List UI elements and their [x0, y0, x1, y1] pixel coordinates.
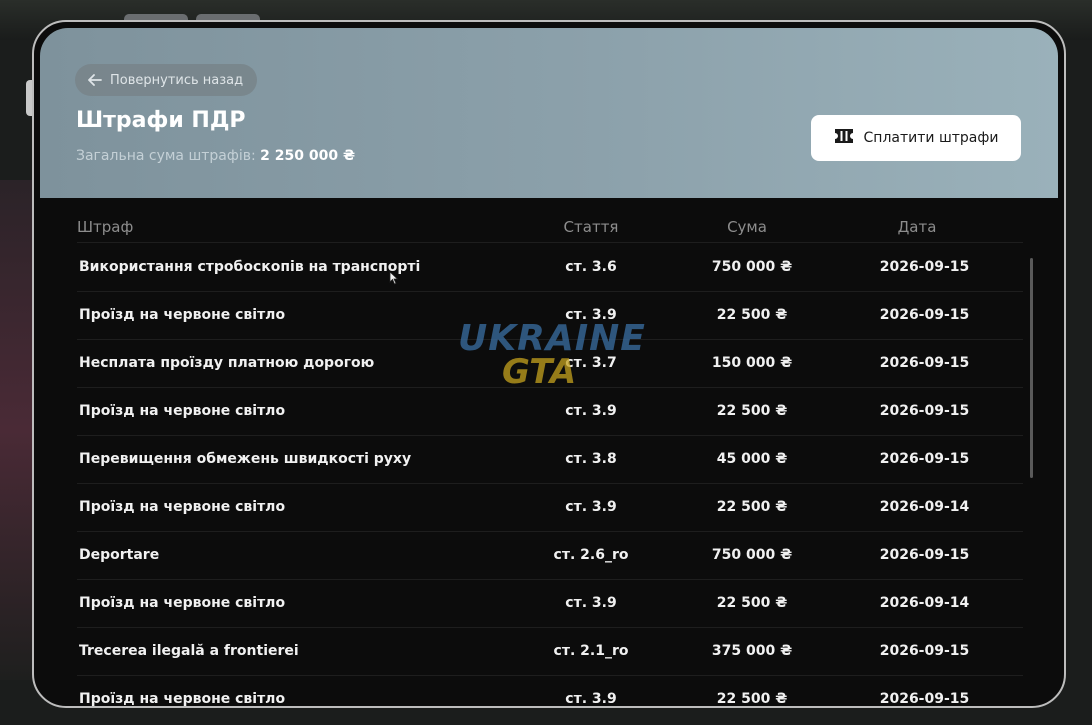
page-title: Штрафи ПДР: [76, 108, 246, 133]
fine-name: Використання стробоскопів на транспорті: [79, 259, 421, 275]
total-fines: Загальна сума штрафів: 2 250 000 ₴: [76, 148, 355, 164]
fine-amount: 375 000 ₴: [711, 643, 793, 659]
fine-amount: 750 000 ₴: [711, 547, 793, 563]
fine-article: ст. 3.9: [565, 499, 617, 515]
fines-panel: Повернутись назад Штрафи ПДР Загальна су…: [32, 20, 1066, 708]
fine-name: Deportare: [79, 547, 160, 563]
back-button-label: Повернутись назад: [110, 72, 244, 88]
fine-article: ст. 2.6_ro: [553, 547, 629, 563]
total-fines-amount: 2 250 000 ₴: [260, 148, 355, 164]
background-scene-left: [0, 180, 36, 680]
fine-amount: 22 500 ₴: [716, 403, 788, 419]
fine-name: Проїзд на червоне світло: [79, 595, 286, 611]
ticket-icon: [834, 128, 854, 148]
fine-amount: 22 500 ₴: [716, 307, 788, 323]
fine-date: 2026-09-14: [879, 595, 970, 611]
fine-name: Перевищення обмежень швидкості руху: [79, 451, 412, 467]
table-row: Несплата проїзду платною дорогою ст. 3.7…: [77, 340, 1023, 388]
fine-date: 2026-09-14: [879, 499, 970, 515]
fine-name: Несплата проїзду платною дорогою: [79, 355, 375, 371]
column-header-article: Стаття: [563, 218, 619, 236]
fine-name: Trecerea ilegală a frontierei: [79, 643, 299, 659]
fine-name: Проїзд на червоне світло: [79, 499, 286, 515]
column-header-amount: Сума: [727, 218, 767, 236]
table-row: Проїзд на червоне світло ст. 3.9 22 500 …: [77, 580, 1023, 628]
fine-article: ст. 3.6: [565, 259, 617, 275]
table-row: Проїзд на червоне світло ст. 3.9 22 500 …: [77, 292, 1023, 340]
fine-date: 2026-09-15: [879, 403, 970, 419]
table-row: Проїзд на червоне світло ст. 3.9 22 500 …: [77, 676, 1023, 706]
column-header-date: Дата: [897, 218, 937, 236]
fine-amount: 750 000 ₴: [711, 259, 793, 275]
fine-amount: 45 000 ₴: [716, 451, 788, 467]
table-row: Trecerea ilegală a frontierei ст. 2.1_ro…: [77, 628, 1023, 676]
fine-amount: 22 500 ₴: [716, 691, 788, 706]
fine-date: 2026-09-15: [879, 355, 970, 371]
pay-fines-button[interactable]: Сплатити штрафи: [811, 115, 1021, 161]
fine-date: 2026-09-15: [879, 307, 970, 323]
fine-article: ст. 2.1_ro: [553, 643, 629, 659]
table-header: Штраф Стаття Сума Дата: [77, 216, 1023, 243]
total-fines-label: Загальна сума штрафів:: [76, 148, 256, 164]
mouse-cursor-icon: [389, 270, 399, 289]
table-row: Проїзд на червоне світло ст. 3.9 22 500 …: [77, 388, 1023, 436]
fine-article: ст. 3.9: [565, 595, 617, 611]
column-header-fine: Штраф: [77, 218, 134, 236]
panel-header: Повернутись назад Штрафи ПДР Загальна су…: [40, 28, 1058, 198]
fine-amount: 150 000 ₴: [711, 355, 793, 371]
fine-date: 2026-09-15: [879, 643, 970, 659]
fine-article: ст. 3.7: [565, 355, 617, 371]
fine-amount: 22 500 ₴: [716, 499, 788, 515]
fine-name: Проїзд на червоне світло: [79, 691, 286, 706]
fine-article: ст. 3.8: [565, 451, 617, 467]
table-row: Deportare ст. 2.6_ro 750 000 ₴ 2026-09-1…: [77, 532, 1023, 580]
back-button[interactable]: Повернутись назад: [75, 64, 258, 96]
table-row: Використання стробоскопів на транспорті …: [77, 244, 1023, 292]
fine-article: ст. 3.9: [565, 307, 617, 323]
pay-fines-label: Сплатити штрафи: [863, 130, 999, 146]
fine-date: 2026-09-15: [879, 451, 970, 467]
table-row: Перевищення обмежень швидкості руху ст. …: [77, 436, 1023, 484]
fine-date: 2026-09-15: [879, 259, 970, 275]
scrollbar[interactable]: [1030, 258, 1033, 478]
fine-name: Проїзд на червоне світло: [79, 307, 286, 323]
table-row: Проїзд на червоне світло ст. 3.9 22 500 …: [77, 484, 1023, 532]
fine-article: ст. 3.9: [565, 691, 617, 706]
arrow-left-icon: [88, 74, 102, 86]
fine-date: 2026-09-15: [879, 547, 970, 563]
fine-date: 2026-09-15: [879, 691, 970, 706]
fines-list[interactable]: Використання стробоскопів на транспорті …: [77, 244, 1023, 706]
fine-article: ст. 3.9: [565, 403, 617, 419]
fine-name: Проїзд на червоне світло: [79, 403, 286, 419]
fine-amount: 22 500 ₴: [716, 595, 788, 611]
